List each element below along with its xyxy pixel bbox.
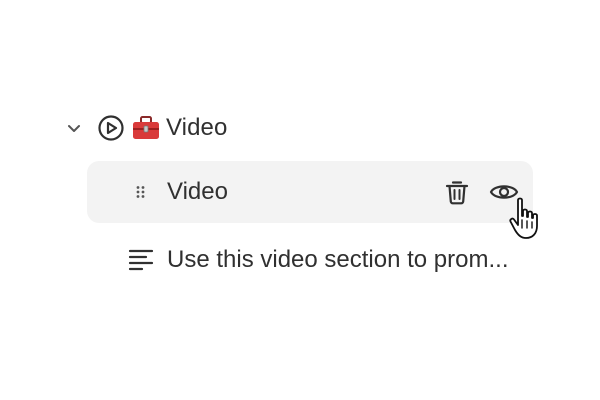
text-align-left-icon — [125, 244, 157, 276]
hand-pointer-cursor-icon — [509, 197, 538, 239]
section-item-video[interactable]: Video — [60, 108, 227, 148]
setting-item-text[interactable]: Use this video section to prom... — [125, 240, 508, 280]
setting-label: Use this video section to prom... — [167, 246, 509, 273]
section-label: Video — [166, 114, 228, 141]
toolbox-icon — [130, 112, 162, 144]
play-circle-icon — [94, 111, 128, 145]
drag-handle-icon[interactable] — [135, 185, 147, 199]
block-label: Video — [167, 178, 228, 205]
trash-icon — [445, 181, 469, 205]
theme-editor-sidebar-fragment: Video Video Use this video section to pr… — [0, 0, 600, 400]
block-item-video[interactable]: Video — [87, 161, 533, 223]
chevron-down-icon[interactable] — [60, 114, 88, 142]
delete-block-button[interactable] — [441, 176, 473, 208]
